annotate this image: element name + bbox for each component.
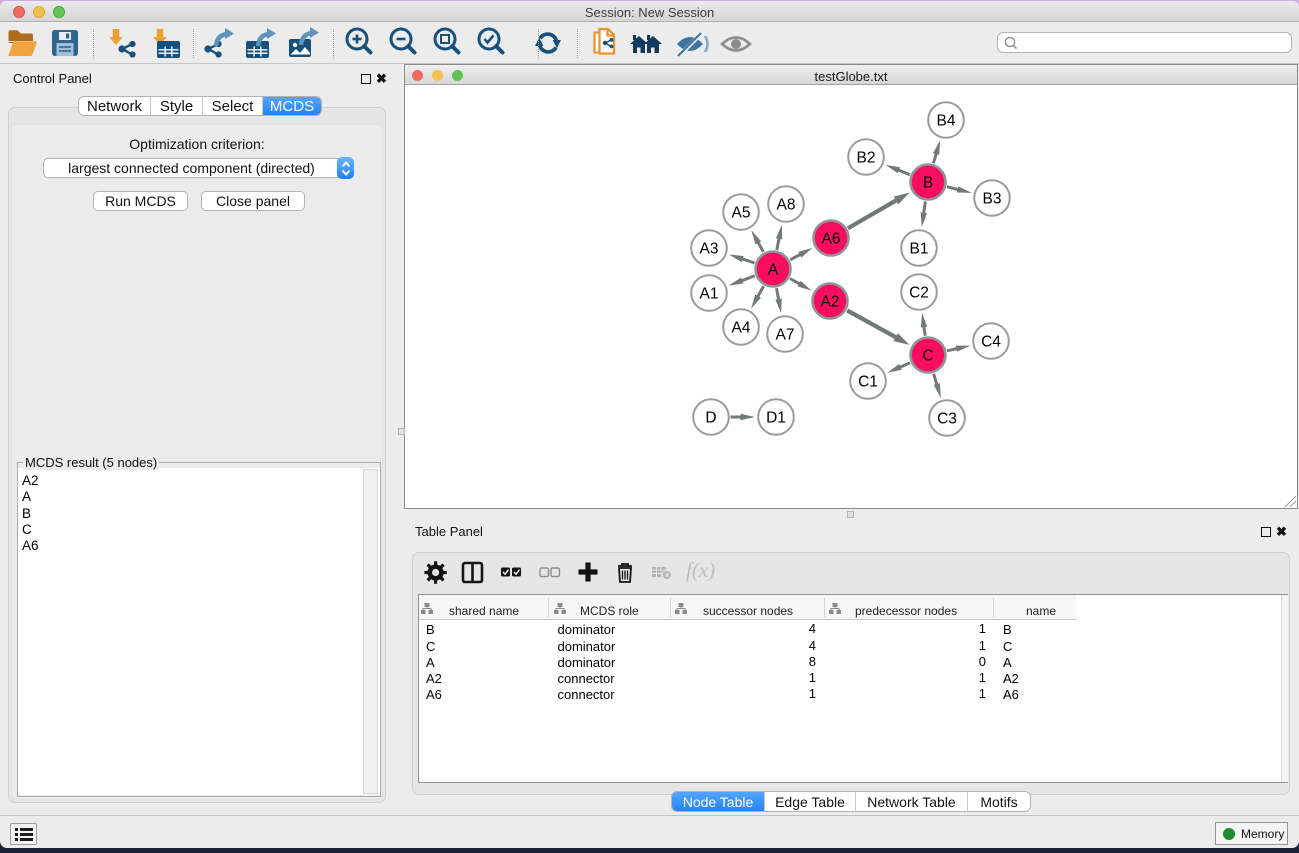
svg-text:A1: A1 — [700, 286, 719, 303]
svg-text:D1: D1 — [766, 410, 786, 427]
svg-text:B4: B4 — [937, 113, 956, 130]
svg-text:A7: A7 — [776, 327, 795, 344]
svg-text:A4: A4 — [732, 320, 751, 337]
svg-text:A6: A6 — [822, 231, 841, 248]
svg-text:A5: A5 — [732, 205, 751, 222]
svg-text:C1: C1 — [858, 374, 878, 391]
svg-text:C3: C3 — [937, 411, 957, 428]
svg-text:C: C — [922, 348, 933, 365]
svg-text:A3: A3 — [700, 241, 719, 258]
svg-text:D: D — [705, 410, 716, 427]
svg-text:A2: A2 — [821, 294, 840, 311]
svg-text:B3: B3 — [983, 191, 1002, 208]
svg-text:B1: B1 — [910, 241, 929, 258]
svg-text:B2: B2 — [857, 150, 876, 167]
svg-text:B: B — [923, 175, 933, 192]
svg-text:C4: C4 — [981, 334, 1001, 351]
svg-text:A8: A8 — [777, 197, 796, 214]
svg-text:C2: C2 — [909, 285, 929, 302]
svg-text:A: A — [768, 262, 779, 279]
